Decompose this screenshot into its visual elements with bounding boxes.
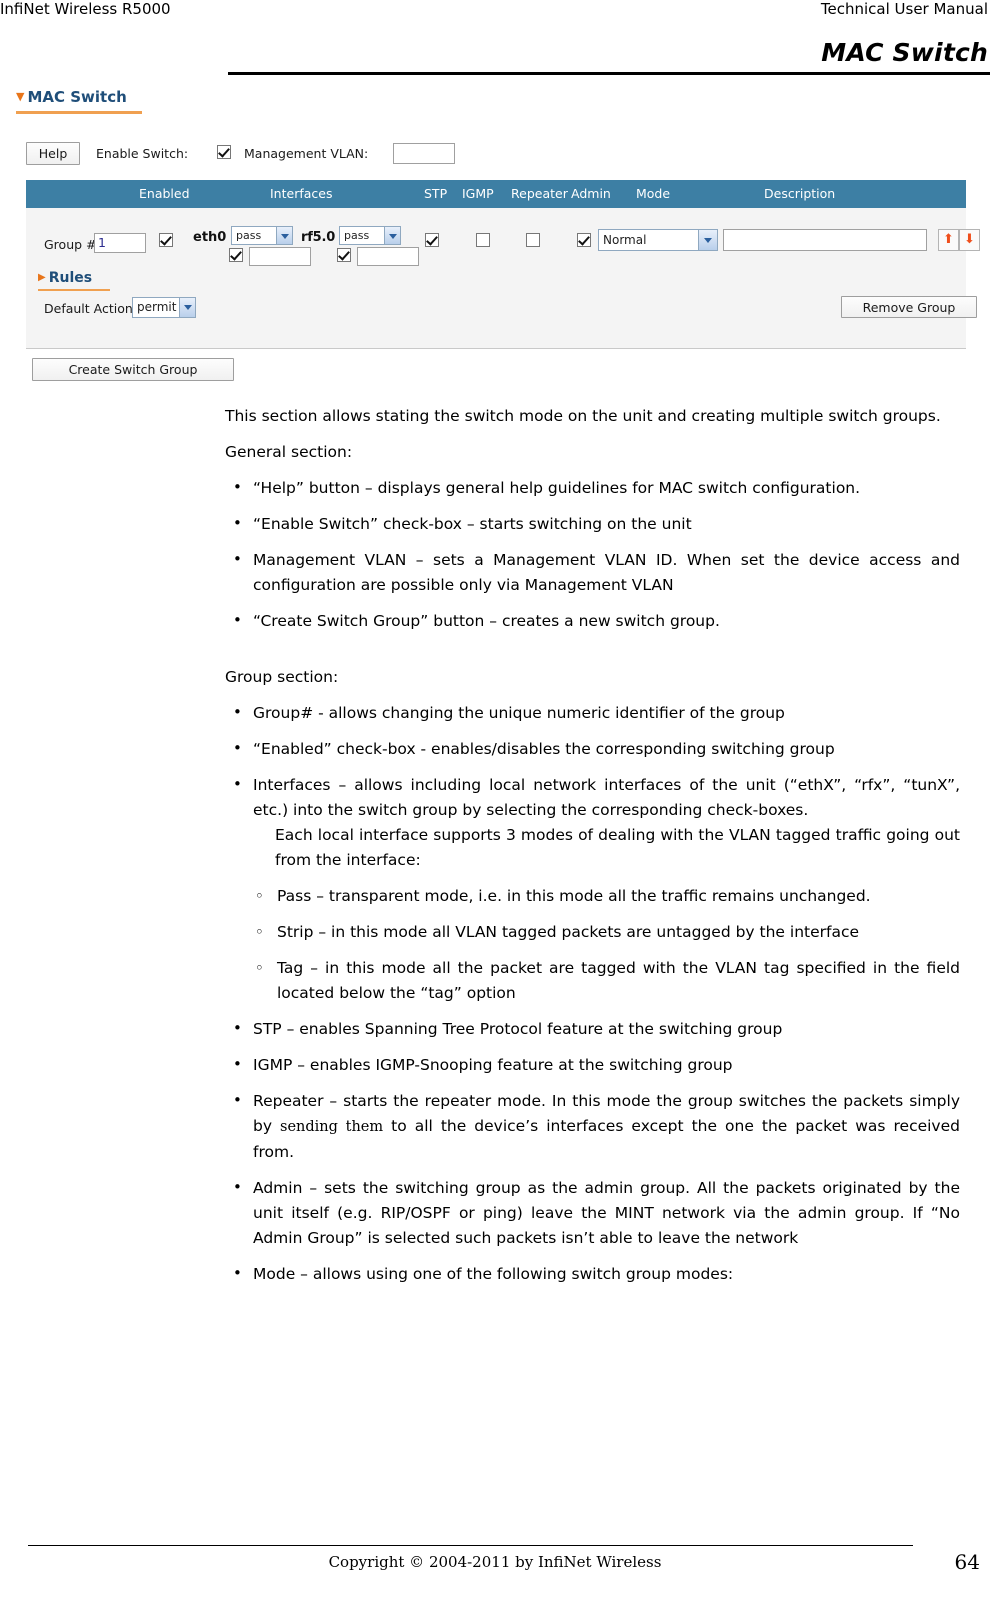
list-item: Mode – allows using one of the following… [225, 1261, 960, 1287]
list-item: IGMP – enables IGMP-Snooping feature at … [225, 1052, 960, 1078]
list-item: Interfaces – allows including local netw… [225, 772, 960, 1006]
general-section-row: Help Enable Switch: Management VLAN: [26, 140, 966, 168]
description-input[interactable] [723, 229, 927, 251]
interface-eth0-checkbox[interactable] [229, 248, 243, 262]
move-up-icon[interactable]: ⬆ [938, 229, 959, 251]
create-switch-group-button[interactable]: Create Switch Group [32, 358, 234, 381]
group-enabled-checkbox[interactable] [159, 233, 173, 247]
list-item: “Help” button – displays general help gu… [225, 475, 960, 501]
column-header-interfaces: Interfaces [270, 186, 333, 201]
column-header-mode: Mode [636, 186, 671, 201]
title-divider [228, 72, 990, 75]
chevron-down-icon [384, 227, 400, 244]
interface-eth0-label: eth0 [193, 230, 227, 245]
page-header: InfiNet Wireless R5000 Technical User Ma… [0, 0, 990, 24]
remove-group-button[interactable]: Remove Group [841, 296, 977, 318]
footer-page-number: 64 [954, 1550, 980, 1574]
chevron-down-icon [179, 298, 195, 317]
list-item: Strip – in this mode all VLAN tagged pac… [253, 920, 960, 945]
list-item-text: Interfaces – allows including local netw… [253, 776, 960, 819]
footer-divider [28, 1545, 913, 1546]
list-item: Repeater – starts the repeater mode. In … [225, 1088, 960, 1165]
rules-title-underline [38, 289, 110, 291]
group-section-heading: Group section: [225, 668, 339, 686]
interface-eth0-mode-value: pass [236, 229, 262, 242]
mode-select-value: Normal [603, 233, 647, 247]
page-title: MAC Switch [821, 38, 988, 67]
management-vlan-label: Management VLAN: [244, 146, 369, 161]
enable-switch-checkbox[interactable] [217, 145, 231, 159]
help-button[interactable]: Help [26, 142, 80, 165]
interface-rf5-0-label: rf5.0 [301, 230, 336, 245]
move-down-icon[interactable]: ⬇ [959, 229, 980, 251]
management-vlan-input[interactable] [393, 143, 455, 164]
column-header-repeater: Repeater [511, 186, 568, 201]
default-action-select[interactable]: permit [132, 297, 196, 318]
column-header-igmp: IGMP [462, 186, 494, 201]
default-action-label: Default Action: [44, 301, 138, 316]
chevron-down-icon [276, 227, 292, 244]
rules-section-toggle[interactable]: ▶ Rules [38, 270, 92, 286]
column-header-stp: STP [424, 186, 448, 201]
stp-checkbox[interactable] [425, 233, 439, 247]
interface-rf5-0-tag-input[interactable] [357, 247, 419, 266]
rules-section-label: Rules [48, 270, 93, 286]
group-bullet-list: Group# - allows changing the unique nume… [225, 700, 960, 1287]
list-item: Pass – transparent mode, i.e. in this mo… [253, 884, 960, 909]
list-item: “Create Switch Group” button – creates a… [225, 608, 960, 634]
admin-checkbox[interactable] [577, 233, 591, 247]
footer-copyright: Copyright © 2004-2011 by InfiNet Wireles… [328, 1553, 662, 1571]
interface-mode-list: Pass – transparent mode, i.e. in this mo… [253, 884, 960, 1006]
enable-switch-label: Enable Switch: [96, 146, 189, 161]
general-bullet-list: “Help” button – displays general help gu… [225, 475, 960, 634]
panel-title-label: MAC Switch [27, 88, 127, 106]
interface-eth0-mode-select[interactable]: pass [231, 226, 293, 245]
column-header-description: Description [764, 186, 836, 201]
interface-rf5-0-mode-select[interactable]: pass [339, 226, 401, 245]
interface-rf5-0: rf5.0 pass [301, 226, 431, 272]
repeater-checkbox[interactable] [526, 233, 540, 247]
default-action-value: permit [137, 300, 177, 314]
list-item: Admin – sets the switching group as the … [225, 1175, 960, 1251]
list-item: STP – enables Spanning Tree Protocol fea… [225, 1016, 960, 1042]
list-item: Tag – in this mode all the packet are ta… [253, 956, 960, 1006]
mac-switch-ui-screenshot: ▼ MAC Switch Help Enable Switch: Manageme… [8, 84, 980, 384]
column-header-enabled: Enabled [139, 186, 190, 201]
group-order-buttons: ⬆ ⬇ [938, 229, 980, 251]
panel-title-underline [16, 111, 142, 114]
interfaces-note: Each local interface supports 3 modes of… [275, 826, 960, 869]
general-section-heading: General section: [225, 443, 353, 461]
header-manual-name: Technical User Manual [820, 0, 988, 18]
body-content: This section allows stating the switch m… [225, 404, 960, 1298]
header-product-name: InfiNet Wireless R5000 [0, 0, 171, 18]
group-number-label: Group # [44, 237, 97, 252]
chevron-right-icon: ▶ [38, 272, 46, 283]
switch-group-table-header: Enabled Interfaces STP IGMP Repeater Adm… [26, 180, 966, 208]
chevron-down-icon: ▼ [16, 90, 25, 103]
chevron-down-icon [698, 230, 717, 250]
list-item: “Enable Switch” check-box – starts switc… [225, 511, 960, 537]
list-item: Management VLAN – sets a Management VLAN… [225, 547, 960, 598]
igmp-checkbox[interactable] [476, 233, 490, 247]
switch-group-row: Group # 1 eth0 pass rf5.0 pass Normal ⬆ … [26, 208, 980, 349]
intro-paragraph: This section allows stating the switch m… [225, 407, 941, 425]
list-item: Group# - allows changing the unique nume… [225, 700, 960, 726]
repeater-text-mono: sending them [280, 1119, 384, 1135]
panel-title-mac-switch[interactable]: ▼ MAC Switch [16, 88, 127, 106]
interface-rf5-0-checkbox[interactable] [337, 248, 351, 262]
interface-rf5-0-mode-value: pass [344, 229, 370, 242]
group-number-input[interactable]: 1 [94, 233, 146, 253]
column-header-admin: Admin [571, 186, 611, 201]
list-item: “Enabled” check-box - enables/disables t… [225, 736, 960, 762]
mode-select[interactable]: Normal [598, 229, 718, 251]
